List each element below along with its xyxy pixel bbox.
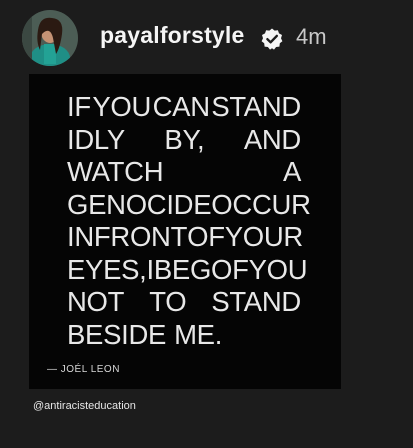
quote-word: IF	[67, 91, 91, 122]
quote-line: IDLY BY, AND	[67, 124, 301, 157]
quote-word: YOU	[92, 91, 152, 122]
quote-word: BEG	[153, 253, 212, 285]
quote-word: GENOCIDE	[67, 188, 212, 220]
quote-word: STAND	[211, 91, 301, 122]
quote-text: IF YOU CAN STAND IDLY BY, AND WATCH A GE…	[67, 91, 311, 352]
quote-line: BESIDE ME.	[67, 319, 301, 352]
quote-word: ME.	[174, 318, 223, 350]
quote-word: IN	[67, 221, 94, 252]
quote-word: I	[146, 253, 155, 285]
story-header: payalforstyle 4m	[0, 0, 413, 70]
quote-line: NOT TO STAND	[67, 286, 301, 319]
quote-word: IDLY	[67, 123, 125, 155]
quote-card: IF YOU CAN STAND IDLY BY, AND WATCH A GE…	[29, 74, 341, 389]
quote-word: EYES,	[67, 253, 147, 285]
quote-word: OCCUR	[211, 188, 311, 220]
quote-word: BY,	[164, 123, 205, 155]
username[interactable]: payalforstyle	[100, 22, 245, 49]
quote-word: CAN	[152, 91, 210, 122]
quote-word: FRONT	[93, 221, 188, 252]
profile-avatar-icon	[22, 10, 78, 66]
quote-word: A	[282, 156, 301, 187]
quote-word: AND	[243, 123, 301, 155]
quote-line: WATCH A	[67, 156, 301, 189]
quote-word: OF	[211, 253, 249, 285]
quote-line: GENOCIDE OCCUR	[67, 188, 311, 222]
quote-word: YOUR	[224, 221, 304, 252]
quote-line: IN FRONT OF YOUR	[67, 221, 304, 254]
avatar[interactable]	[22, 10, 78, 66]
quote-word: NOT	[67, 286, 125, 317]
quote-attribution: — JOÉL LEON	[47, 364, 120, 375]
quote-line: EYES, I BEG OF YOU	[67, 253, 308, 287]
verified-badge-icon	[261, 28, 283, 50]
quote-word: TO	[149, 286, 187, 317]
quote-word: YOU	[248, 253, 308, 285]
quote-word: STAND	[211, 286, 301, 317]
quote-word: WATCH	[67, 156, 164, 187]
mention-tag[interactable]: @antiracisteducation	[33, 400, 136, 412]
quote-line: IF YOU CAN STAND	[67, 91, 301, 124]
quote-word: BESIDE	[67, 318, 167, 350]
post-time: 4m	[296, 24, 327, 49]
quote-word: OF	[187, 221, 225, 252]
